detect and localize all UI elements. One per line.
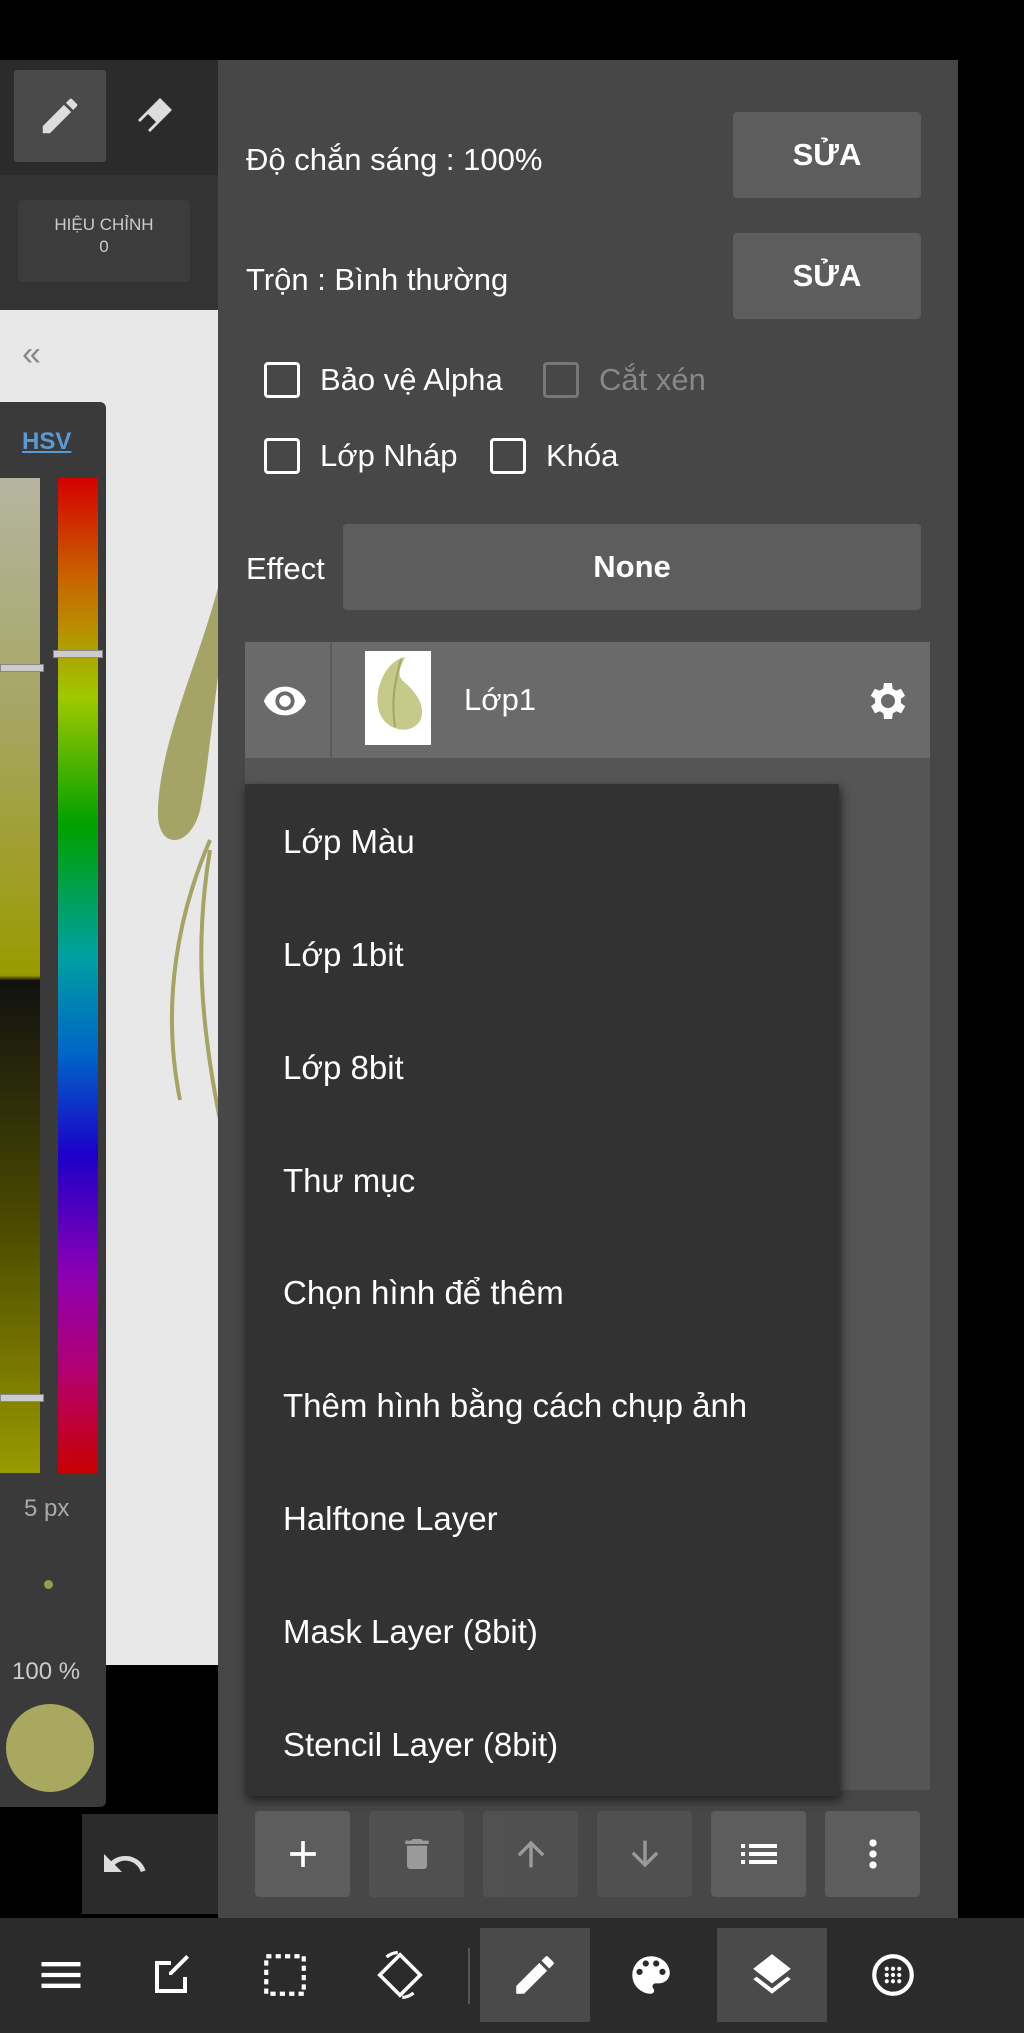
add-layer-button[interactable]	[255, 1811, 350, 1897]
protect-alpha-label: Bảo vệ Alpha	[320, 362, 503, 397]
edit-blend-button[interactable]: SỬA	[733, 233, 921, 319]
rotate-icon	[377, 1950, 423, 2000]
layer-thumbnail	[365, 651, 431, 745]
selection-tool-button[interactable]	[230, 1928, 340, 2022]
layer-name: Lớp1	[464, 682, 537, 717]
more-vertical-icon	[868, 1839, 877, 1869]
rotate-canvas-button[interactable]	[345, 1928, 455, 2022]
material-button[interactable]	[838, 1928, 948, 2022]
edit-opacity-button[interactable]: SỬA	[733, 112, 921, 198]
visibility-eye-icon[interactable]	[262, 677, 308, 728]
layer-list-button[interactable]	[711, 1811, 806, 1897]
menu-item-1bit-layer[interactable]: Lớp 1bit	[283, 936, 404, 974]
value-slider-handle[interactable]	[0, 1394, 44, 1402]
menu-item-add-image[interactable]: Chọn hình để thêm	[283, 1274, 564, 1312]
delete-icon	[404, 1839, 429, 1869]
undo-icon[interactable]	[100, 1840, 148, 1893]
toolbar-divider	[468, 1948, 470, 2004]
saturation-value-slider[interactable]	[0, 478, 40, 1473]
layer-settings-gear-icon[interactable]	[862, 677, 910, 730]
protect-alpha-checkbox[interactable]: Bảo vệ Alpha	[264, 362, 503, 398]
layer-opacity-label: Độ chắn sáng : 100%	[246, 142, 543, 177]
edit-menu-button[interactable]	[118, 1928, 228, 2022]
menu-item-add-photo[interactable]: Thêm hình bằng cách chụp ảnh	[283, 1387, 747, 1425]
move-layer-up-button[interactable]	[483, 1811, 578, 1897]
selection-icon	[264, 1954, 306, 1996]
brush-size-label: 5 px	[24, 1495, 70, 1522]
layers-icon	[753, 1954, 791, 1994]
move-up-icon	[517, 1840, 544, 1868]
menu-item-mask-layer[interactable]: Mask Layer (8bit)	[283, 1613, 538, 1651]
brush-preview-dot	[44, 1580, 53, 1589]
lock-label: Khóa	[546, 438, 619, 473]
move-layer-down-button[interactable]	[597, 1811, 692, 1897]
blend-mode-label: Trộn : Bình thường	[246, 262, 509, 297]
adjust-label: HIỆU CHỈNH	[54, 215, 154, 234]
row-divider	[330, 642, 332, 758]
edit-icon	[155, 1955, 189, 1993]
brush-opacity-label: 100 %	[12, 1658, 81, 1685]
screen-edge	[958, 60, 1024, 1918]
list-icon	[740, 1844, 777, 1864]
delete-layer-button[interactable]	[369, 1811, 464, 1897]
layer-row[interactable]	[245, 642, 930, 758]
menu-item-stencil-layer[interactable]: Stencil Layer (8bit)	[283, 1726, 558, 1764]
collapse-panel-icon[interactable]: «	[22, 335, 41, 374]
pen-icon	[516, 1956, 554, 1994]
pencil-icon	[42, 98, 78, 134]
menu-icon	[41, 1962, 81, 1988]
main-menu-button[interactable]	[6, 1928, 116, 2022]
draft-layer-checkbox[interactable]: Lớp Nháp	[264, 438, 458, 474]
pen-mode-button[interactable]	[480, 1928, 590, 2022]
eraser-icon	[138, 98, 172, 132]
color-palette-button[interactable]	[596, 1928, 706, 2022]
draft-layer-label: Lớp Nháp	[320, 438, 458, 473]
hue-slider-handle[interactable]	[53, 650, 103, 658]
menu-item-folder[interactable]: Thư mục	[283, 1162, 415, 1200]
eraser-tool-button[interactable]	[110, 70, 202, 162]
checkbox-box[interactable]	[543, 362, 579, 398]
menu-item-8bit-layer[interactable]: Lớp 8bit	[283, 1049, 404, 1087]
current-color-swatch[interactable]	[6, 1704, 94, 1792]
stabilizer-adjust-button[interactable]: HIỆU CHỈNH 0	[18, 200, 190, 282]
effect-select-button[interactable]: None	[343, 524, 921, 610]
checkbox-box[interactable]	[264, 362, 300, 398]
layer-more-button[interactable]	[825, 1811, 920, 1897]
material-icon	[872, 1954, 914, 1996]
saturation-slider-handle[interactable]	[0, 664, 44, 672]
move-down-icon	[631, 1840, 658, 1868]
add-icon	[289, 1841, 316, 1867]
checkbox-box[interactable]	[264, 438, 300, 474]
checkbox-box[interactable]	[490, 438, 526, 474]
layers-button[interactable]	[717, 1928, 827, 2022]
menu-item-halftone-layer[interactable]: Halftone Layer	[283, 1500, 498, 1538]
clipping-checkbox[interactable]: Cắt xén	[543, 362, 706, 398]
effect-label: Effect	[246, 551, 325, 586]
lock-checkbox[interactable]: Khóa	[490, 438, 618, 474]
hue-slider[interactable]	[58, 478, 98, 1473]
hsv-mode-link[interactable]: HSV	[22, 428, 71, 456]
adjust-value: 0	[99, 237, 109, 256]
pen-tool-button[interactable]	[14, 70, 106, 162]
clipping-label: Cắt xén	[599, 362, 706, 397]
menu-item-color-layer[interactable]: Lớp Màu	[283, 823, 415, 861]
palette-icon	[632, 1956, 670, 1994]
